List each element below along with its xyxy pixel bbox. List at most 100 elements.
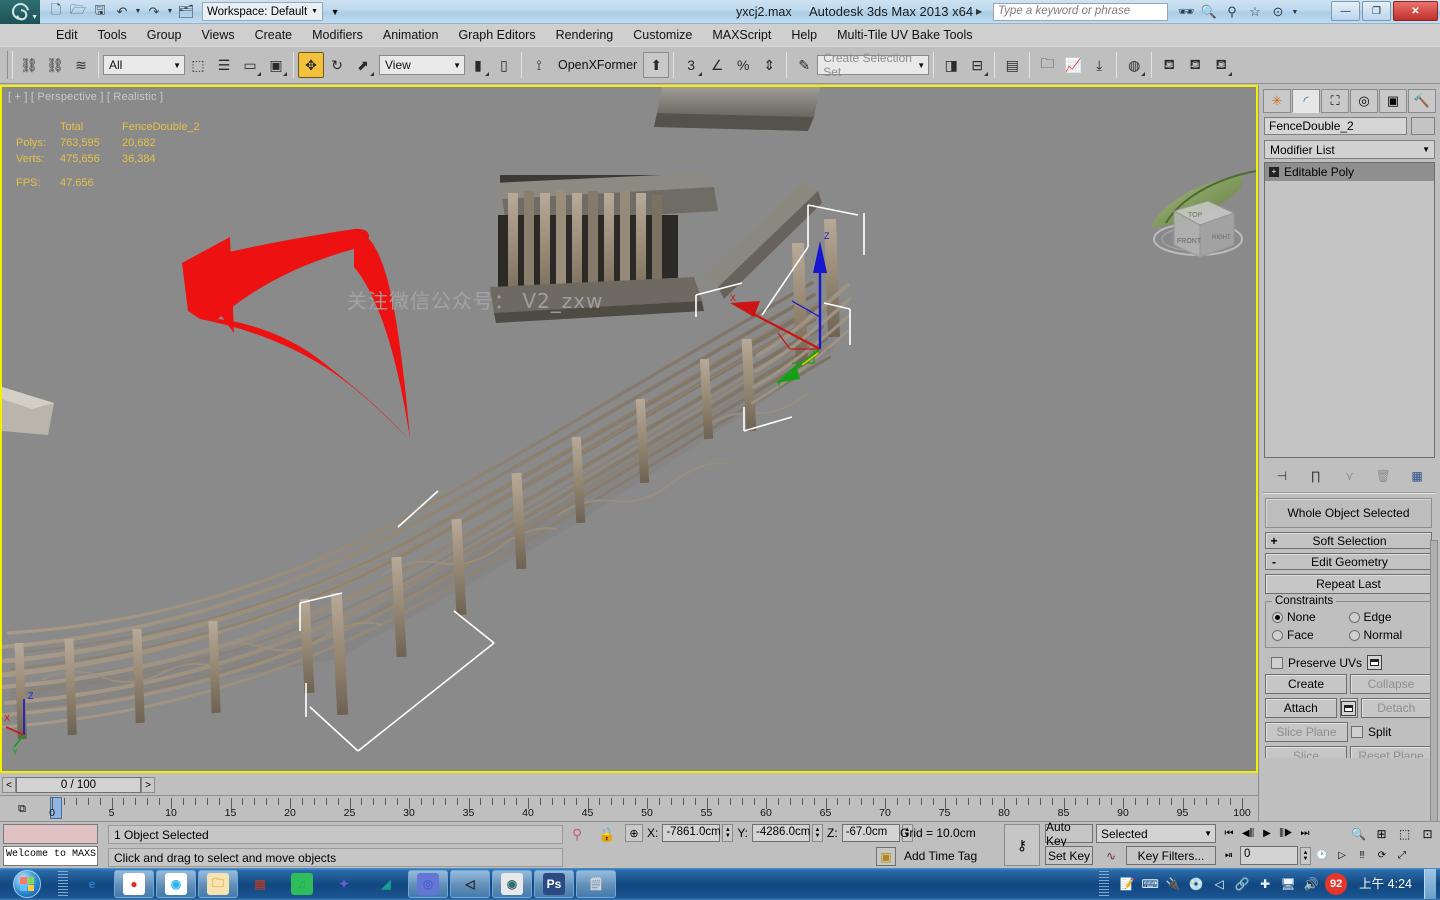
taskbar-notepad[interactable]: 🗒 [576,870,616,898]
zoom-extents-all-button[interactable]: ⊡ [1417,824,1438,844]
play-animation-button[interactable]: ▶ [1258,824,1276,843]
select-and-scale-icon[interactable]: ⬈ [350,52,376,78]
split-checkbox-row[interactable]: Split [1351,722,1432,742]
absolute-relative-toggle-icon[interactable]: ⊕ [625,824,643,842]
repeat-last-button[interactable]: Repeat Last [1265,574,1432,594]
select-by-name-icon[interactable]: ☰ [211,52,237,78]
perspective-viewport[interactable]: Z X Y Z X Y TOP FRONT RIGHT [+] [Pers… [0,85,1258,773]
show-desktop-button[interactable] [1424,869,1436,899]
render-production-icon[interactable]: ⛾ [1208,52,1234,78]
schematic-view-icon[interactable]: ⤓ [1086,52,1112,78]
current-frame-field[interactable]: 0 [1240,846,1298,865]
taskbar-3dsmax[interactable]: ◉ [492,870,532,898]
slice-plane-button[interactable]: Slice Plane [1265,722,1348,742]
taskbar-winrar[interactable]: ▤ [240,870,280,898]
select-and-manipulate-icon[interactable]: ⟟ [526,52,552,78]
select-object-icon[interactable]: ⬚ [185,52,211,78]
taskbar-qq-music[interactable]: ♫ [282,870,322,898]
taskbar-clock[interactable]: 上午 4:24 [1351,877,1420,892]
edit-named-selection-sets-icon[interactable]: ✎ [791,52,817,78]
modifier-stack-entry-editable-poly[interactable]: + Editable Poly [1265,163,1434,181]
tray-monitor-icon[interactable]: 🖥 [1278,873,1298,895]
search-binoculars-icon[interactable]: 🕶 [1176,2,1196,22]
taskbar-grip[interactable] [58,871,68,897]
time-tag-icon[interactable]: ▣ [876,847,896,866]
rendered-frame-window-icon[interactable]: ⛾ [1182,52,1208,78]
taskbar-file-explorer[interactable]: 🗀 [198,870,238,898]
tray-unity-icon[interactable]: ◁ [1209,873,1229,895]
pin-stack-icon[interactable]: ⊣ [1271,466,1293,486]
key-mode-toggle-icon[interactable]: ⏯ [1220,846,1238,865]
tray-network-ok-icon[interactable]: 🔗 [1232,873,1252,895]
constraint-edge-radio[interactable]: Edge [1348,610,1426,624]
undo-chevron-icon[interactable]: ▼ [134,8,142,15]
layer-manager-icon[interactable]: ▤ [999,52,1025,78]
key-mode-combo[interactable]: Selected ▼ [1096,824,1216,843]
project-folder-icon[interactable]: 🗂 [176,2,196,22]
favorites-star-icon[interactable]: ☆ [1245,2,1265,22]
rectangular-selection-region-icon[interactable]: ▭ [237,52,263,78]
reference-coordinate-system-combo[interactable]: View ▼ [379,55,465,75]
magnifier-icon[interactable]: 🔍 [1199,2,1219,22]
time-configuration-button[interactable]: 🕐 [1313,846,1331,865]
maxscript-listener-output[interactable]: Welcome to MAXS [3,846,98,866]
collapse-button[interactable]: Collapse [1350,674,1432,694]
set-key-mode-icon[interactable]: ⚷ [1004,824,1040,866]
align-icon[interactable]: ⊟ [964,52,990,78]
redo-chevron-icon[interactable]: ▼ [166,8,174,15]
preserve-uvs-row[interactable]: Preserve UVs [1271,655,1432,670]
app-logo[interactable]: ▼ [0,0,40,24]
go-to-end-button[interactable]: ⏭ [1296,824,1314,843]
tray-disc-icon[interactable]: 💿 [1186,873,1206,895]
attach-button[interactable]: Attach [1265,698,1337,718]
hierarchy-tab[interactable]: ⛶ [1321,89,1349,113]
menu-tools[interactable]: Tools [88,26,137,44]
redo-icon[interactable]: ↷ [144,2,164,22]
current-frame-spinner[interactable]: ▲ ▼ [1300,846,1311,865]
reset-plane-button[interactable]: Reset Plane [1350,746,1432,758]
menu-customize[interactable]: Customize [623,26,702,44]
object-color-swatch[interactable] [1411,117,1435,135]
detach-button[interactable]: Detach [1360,698,1432,718]
help-chevron-icon[interactable]: ▼ [1291,9,1299,16]
display-tab[interactable]: ▣ [1379,89,1407,113]
tray-grip[interactable] [1099,871,1110,897]
spinner-snap-toggle-icon[interactable]: ⇕ [756,52,782,78]
slice-button[interactable]: Slice [1265,746,1347,758]
modifier-stack[interactable]: + Editable Poly [1264,162,1435,458]
menu-rendering[interactable]: Rendering [546,26,624,44]
angle-snap-toggle-icon[interactable]: ∠ [704,52,730,78]
add-time-tag-button[interactable]: Add Time Tag [900,847,996,866]
openxformer-label[interactable]: OpenXFormer [552,58,643,72]
taskbar-ide-app[interactable]: ◎ [408,870,448,898]
rollout-edit-geometry[interactable]: - Edit Geometry [1265,553,1432,570]
compass-icon[interactable]: ⚲ [1222,2,1242,22]
new-file-icon[interactable]: 🗋 [46,2,66,22]
start-button[interactable] [0,869,54,899]
tray-note-icon[interactable]: 📝 [1117,873,1137,895]
zoom-all-button[interactable]: ⊞ [1371,824,1392,844]
taskbar-360-browser[interactable]: ◉ [156,870,196,898]
taskbar-google-chrome[interactable]: ● [114,870,154,898]
pin-stack-status-icon[interactable]: ⚲ [572,826,582,843]
previous-frame-button[interactable]: ◀⫼ [1239,824,1257,843]
search-input[interactable]: Type a keyword or phrase [993,3,1168,21]
constraint-face-radio[interactable]: Face [1272,628,1349,642]
select-and-move-icon[interactable]: ✥ [298,52,324,78]
utilities-tab[interactable]: 🔨 [1408,89,1436,113]
command-panel-scrollbar[interactable] [1430,540,1438,840]
toggle-scene-explorer-icon[interactable]: 🗀 [1034,52,1060,78]
taskbar-foxmail[interactable]: ✦ [324,870,364,898]
preserve-uvs-checkbox[interactable] [1271,656,1283,669]
menu-maxscript[interactable]: MAXScript [702,26,781,44]
tray-volume-icon[interactable]: 🔊 [1301,873,1321,895]
named-selection-set-combo[interactable]: Create Selection Set ▼ [817,51,930,79]
show-end-result-icon[interactable]: ∏ [1305,466,1327,486]
undo-icon[interactable]: ↶ [112,2,132,22]
menu-modifiers[interactable]: Modifiers [302,26,373,44]
menu-edit[interactable]: Edit [46,26,88,44]
time-slider-field[interactable]: 0 / 100 [16,777,141,793]
mirror-icon[interactable]: ◨ [938,52,964,78]
split-checkbox[interactable] [1351,726,1363,738]
close-button[interactable]: ✕ [1393,1,1438,21]
